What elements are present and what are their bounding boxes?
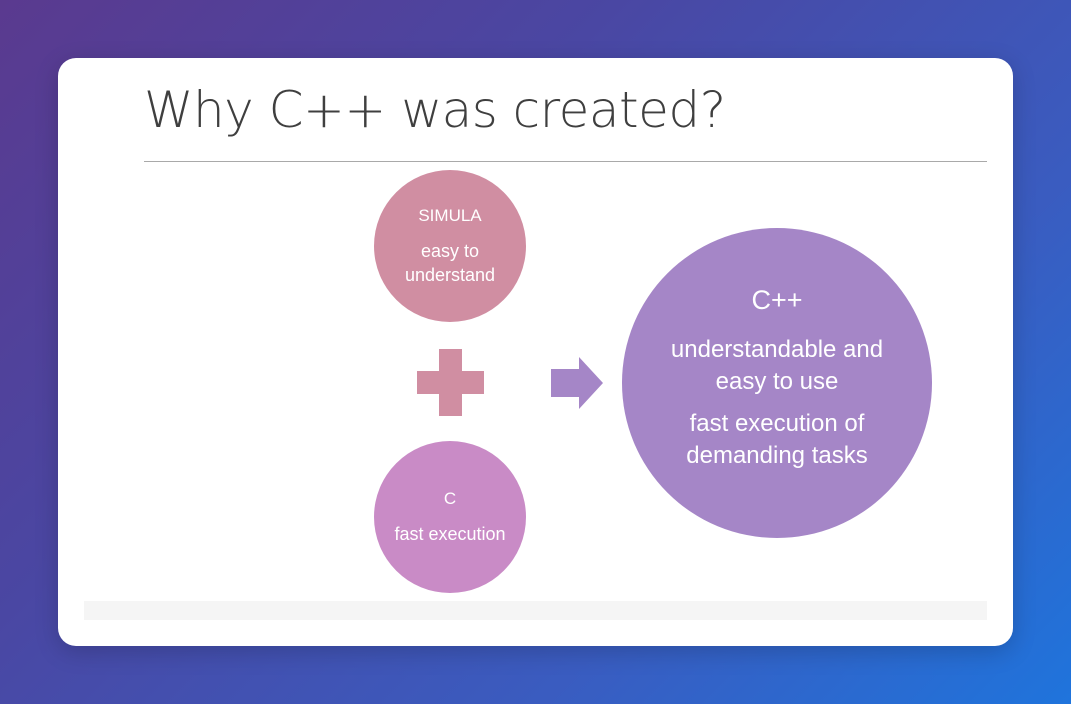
c-circle: C fast execution xyxy=(374,441,526,593)
slide-title: Why C++ was created? xyxy=(144,81,726,139)
simula-circle: SIMULA easy to understand xyxy=(374,170,526,322)
c-description: fast execution xyxy=(394,524,506,544)
cpp-point-understandable: understandable and easy to use xyxy=(670,336,884,395)
title-divider xyxy=(144,161,987,162)
simula-description: easy to understand xyxy=(404,241,496,285)
simula-name: SIMULA xyxy=(418,206,482,225)
cpp-name: C++ xyxy=(751,285,803,315)
plus-icon xyxy=(417,349,484,416)
arrow-right-icon xyxy=(551,357,603,409)
cpp-point-fast: fast execution of demanding tasks xyxy=(686,410,868,469)
cpp-circle: C++ understandable and easy to use fast … xyxy=(622,228,932,538)
slide-card: Why C++ was created? SIMULA easy to unde… xyxy=(58,58,1013,646)
c-name: C xyxy=(443,489,457,508)
slide-bottom-band xyxy=(84,601,987,620)
